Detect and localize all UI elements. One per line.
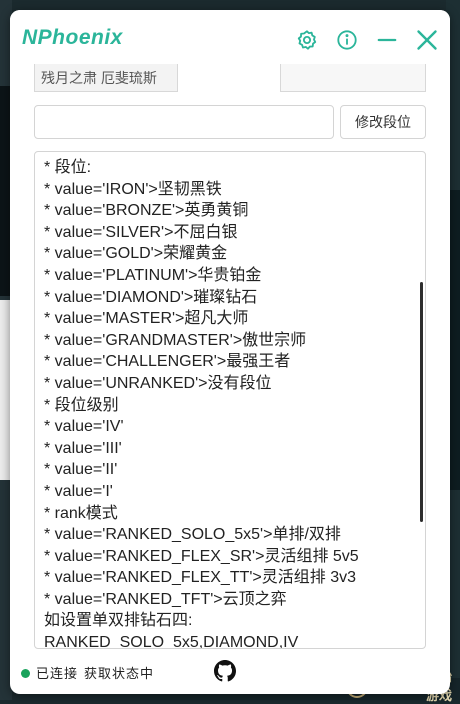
game-state-status: 获取状态中 [84,666,155,681]
rank-input-row: 修改段位 [34,105,426,141]
info-button[interactable] [332,27,362,53]
help-text-line: * value='RANKED_SOLO_5x5'>单排/双排 [44,526,341,544]
champion-side-box[interactable] [280,64,426,92]
close-button[interactable] [412,27,442,53]
app-window: NPhoenix 残月之肃 厄斐琉斯 修改段位 * 段位: * value='I… [10,10,450,694]
help-text-line: * value='IV' [44,418,124,436]
help-text-line: * value='IRON'>坚韧黑铁 [44,180,222,198]
help-text-line: * value='RANKED_TFT'>云顶之弈 [44,590,287,608]
help-text-line: * rank模式 [44,504,118,522]
close-icon [417,30,437,50]
help-text-line: * value='I' [44,482,113,500]
help-text-line: * value='UNRANKED'>没有段位 [44,374,272,392]
minimize-icon [377,38,397,42]
help-text-line: * value='BRONZE'>英勇黄铜 [44,202,249,220]
help-text-line: * value='GRANDMASTER'>傲世宗师 [44,331,307,349]
help-text-content: * 段位: * value='IRON'>坚韧黑铁 * value='BRONZE'… [44,157,404,649]
help-text-line: * value='DIAMOND'>璀璨钻石 [44,288,258,306]
app-logo: NPhoenix [22,26,123,49]
status-text: 已连接 获取状态中 [36,663,160,682]
status-bar: 已连接 获取状态中 [10,658,450,694]
help-text-line: * value='MASTER'>超凡大师 [44,310,249,328]
previous-row: 残月之肃 厄斐琉斯 [34,64,426,94]
textarea-scrollbar[interactable] [420,282,423,522]
connection-status: 已连接 [36,666,79,681]
help-text-line: * value='II' [44,461,118,479]
rank-input[interactable] [34,105,334,139]
titlebar-controls [292,27,442,53]
modify-rank-button[interactable]: 修改段位 [340,105,426,139]
help-text-line: * value='GOLD'>荣耀黄金 [44,245,228,263]
settings-button[interactable] [292,27,322,53]
help-textarea[interactable]: * 段位: * value='IRON'>坚韧黑铁 * value='BRONZE'… [34,151,426,649]
help-text-line: * value='CHALLENGER'>最强王者 [44,353,291,371]
help-text-line: * value='SILVER'>不屈白银 [44,223,238,241]
help-text-line: RANKED_SOLO_5x5,DIAMOND,IV [44,634,299,649]
minimize-button[interactable] [372,27,402,53]
help-text-line: * value='RANKED_FLEX_TT'>灵活组排 3v3 [44,569,357,587]
gear-icon [297,30,317,50]
info-icon [337,30,357,50]
help-text-line: * value='III' [44,439,122,457]
help-text-line: * 段位级别 [44,396,119,414]
champion-field[interactable]: 残月之肃 厄斐琉斯 [34,64,178,92]
titlebar[interactable]: NPhoenix [10,10,450,64]
help-text-line: * 段位: [44,159,92,176]
help-text-line: * value='PLATINUM'>华贵铂金 [44,266,262,284]
github-button[interactable] [214,660,236,682]
help-text-line: * value='RANKED_FLEX_SR'>灵活组排 5v5 [44,547,359,565]
github-icon [214,660,236,682]
connection-indicator [21,669,30,678]
help-text-line: 如设置单双排钻石四: [44,612,193,630]
